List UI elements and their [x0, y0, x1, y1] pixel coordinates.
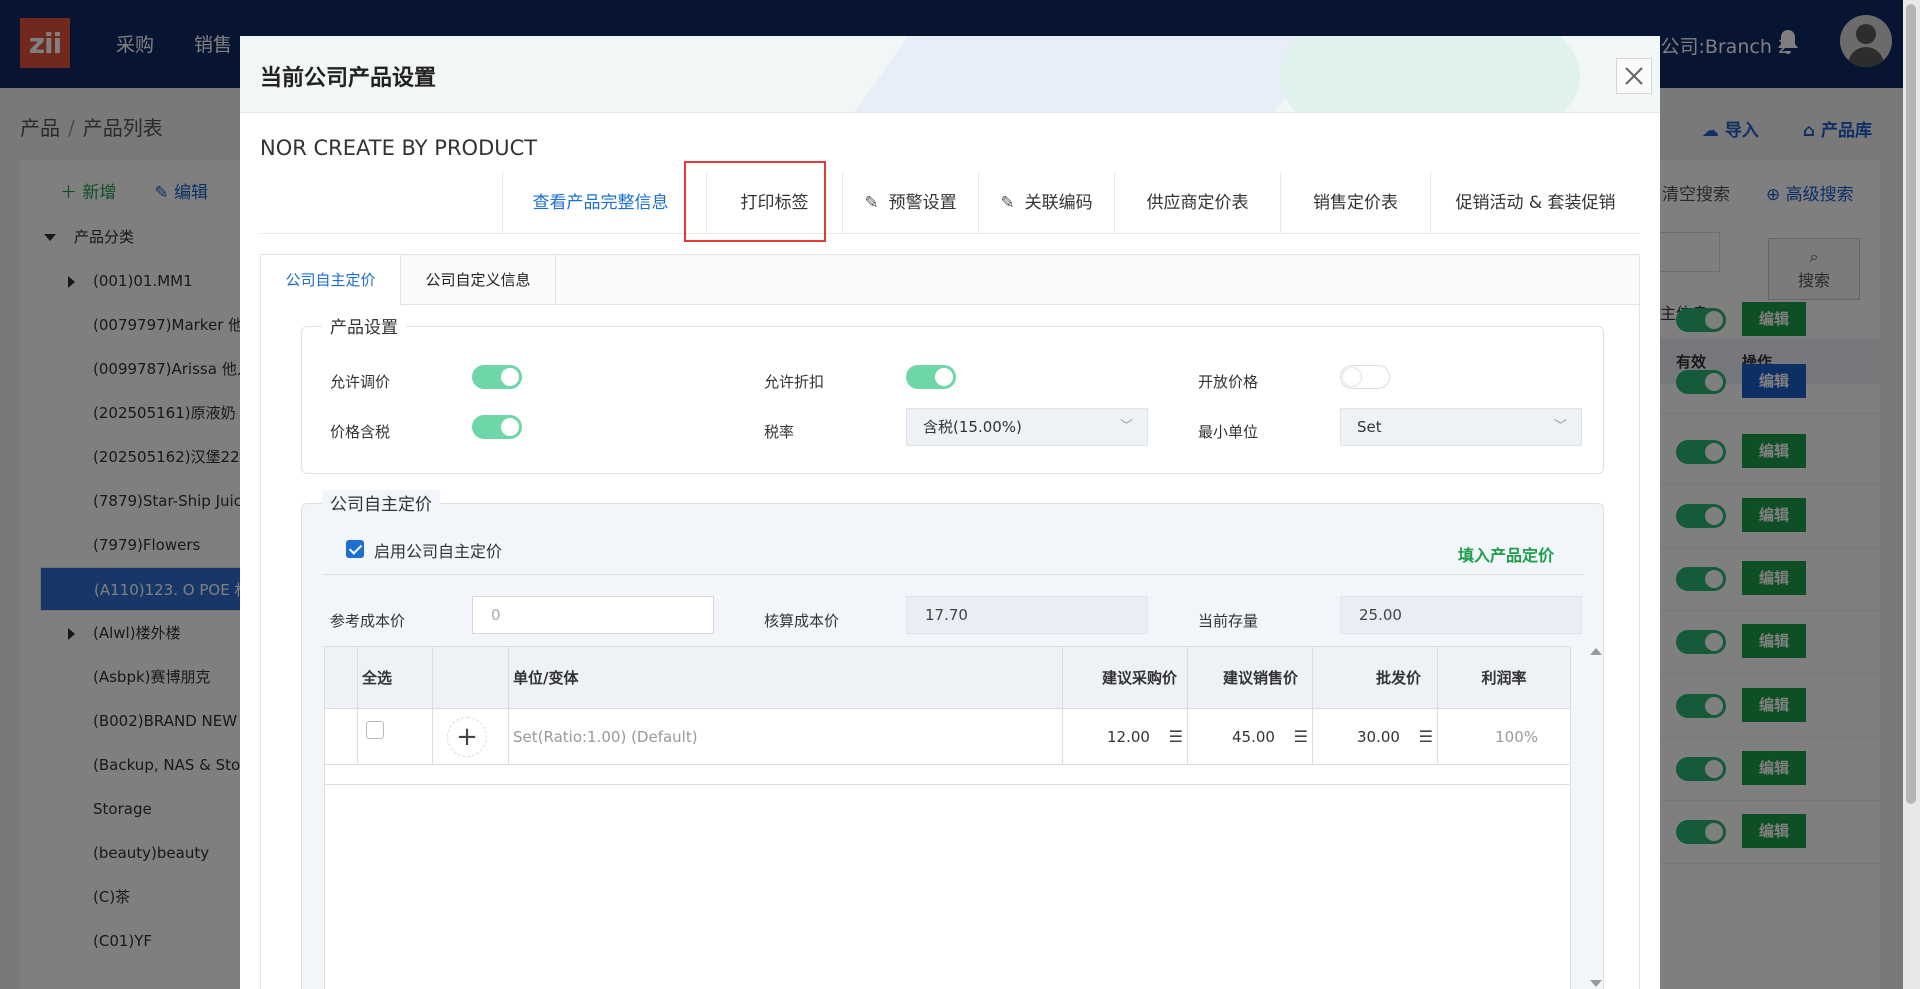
- open-price-label: 开放价格: [1198, 373, 1259, 391]
- margin-cell: 100%: [1495, 728, 1538, 746]
- grid-scroll-down-icon[interactable]: [1590, 980, 1602, 987]
- list-icon[interactable]: ☰: [1419, 709, 1433, 765]
- enable-pricing-checkbox[interactable]: [346, 540, 364, 558]
- close-button[interactable]: [1616, 58, 1652, 94]
- tabs-container: 公司自主定价 公司自定义信息 产品设置 允许调价 允许折扣 开放价格 价格含税 …: [260, 254, 1640, 989]
- modal-header: 当前公司产品设置: [240, 36, 1660, 113]
- tab-bar: 公司自主定价 公司自定义信息: [261, 255, 1639, 306]
- chevron-down-icon: ﹀: [1553, 419, 1567, 434]
- unit-variant-cell: Set(Ratio:1.00) (Default): [509, 709, 1063, 765]
- allow-adjust-toggle[interactable]: [472, 365, 522, 389]
- min-unit-select[interactable]: Set ﹀: [1340, 408, 1582, 446]
- unit-price-grid: 全选 单位/变体 建议采购价 建议销售价 批发价 利润率 + Set(Ratio…: [324, 646, 1571, 989]
- price-incl-tax-label: 价格含税: [330, 423, 391, 441]
- company-product-settings-modal: 当前公司产品设置 NOR CREATE BY PRODUCT 查看产品完整信息 …: [240, 36, 1660, 989]
- calc-cost-label: 核算成本价: [764, 612, 840, 630]
- list-icon[interactable]: ☰: [1169, 709, 1183, 765]
- wholesale-price-cell[interactable]: 30.00 ☰: [1313, 709, 1438, 765]
- sale-price-header: 建议销售价: [1188, 647, 1313, 709]
- product-name: NOR CREATE BY PRODUCT: [260, 136, 538, 160]
- grid-header: 全选 单位/变体 建议采购价 建议销售价 批发价 利润率: [325, 647, 1570, 709]
- tab-company-pricing[interactable]: 公司自主定价: [261, 255, 401, 306]
- ref-cost-label: 参考成本价: [330, 612, 406, 630]
- product-settings-section: 产品设置 允许调价 允许折扣 开放价格 价格含税 税率 含税(15.00%) ﹀ …: [301, 313, 1604, 474]
- price-incl-tax-toggle[interactable]: [472, 415, 522, 439]
- page-scrollbar[interactable]: [1903, 0, 1920, 989]
- margin-header: 利润率: [1481, 669, 1527, 687]
- select-all-header[interactable]: 全选: [358, 647, 433, 709]
- tab-company-custom-info[interactable]: 公司自定义信息: [401, 255, 556, 305]
- add-variant-button[interactable]: +: [447, 717, 487, 757]
- alert-settings-button[interactable]: ✎ 预警设置: [842, 172, 978, 234]
- allow-discount-label: 允许折扣: [764, 373, 825, 391]
- view-full-info-link[interactable]: 查看产品完整信息: [502, 172, 698, 234]
- promotion-button[interactable]: 促销活动 & 套装促销: [1430, 172, 1640, 234]
- purchase-price-header: 建议采购价: [1063, 647, 1188, 709]
- grid-scroll-up-icon[interactable]: [1590, 648, 1602, 655]
- calc-cost-value: 17.70: [906, 596, 1148, 634]
- ref-cost-input[interactable]: 0: [472, 596, 714, 634]
- allow-adjust-label: 允许调价: [330, 373, 391, 391]
- sale-price-cell[interactable]: 45.00 ☰: [1188, 709, 1313, 765]
- sales-price-list-button[interactable]: 销售定价表: [1280, 172, 1430, 234]
- open-price-toggle[interactable]: [1340, 365, 1390, 389]
- allow-discount-toggle[interactable]: [906, 365, 956, 389]
- fill-product-price-link[interactable]: 填入产品定价: [1458, 542, 1554, 566]
- section-legend: 产品设置: [322, 313, 406, 338]
- edit-icon: ✎: [864, 193, 879, 213]
- stock-value: 25.00: [1340, 596, 1582, 634]
- close-icon: [1625, 67, 1643, 85]
- table-row: + Set(Ratio:1.00) (Default) 12.00 ☰ 45.00…: [325, 709, 1570, 765]
- row-checkbox[interactable]: [366, 721, 384, 739]
- modal-title: 当前公司产品设置: [260, 66, 437, 91]
- section-legend: 公司自主定价: [322, 490, 440, 515]
- edit-icon: ✎: [1000, 193, 1015, 213]
- company-pricing-section: 公司自主定价 启用公司自主定价 填入产品定价 参考成本价 0 核算成本价 17.…: [301, 490, 1604, 989]
- enable-pricing-label[interactable]: 启用公司自主定价: [374, 538, 502, 562]
- list-icon[interactable]: ☰: [1294, 709, 1308, 765]
- linked-code-button[interactable]: ✎ 关联编码: [978, 172, 1114, 234]
- supplier-price-list-button[interactable]: 供应商定价表: [1114, 172, 1280, 234]
- chevron-down-icon: ﹀: [1119, 419, 1133, 434]
- stock-label: 当前存量: [1198, 612, 1259, 630]
- min-unit-label: 最小单位: [1198, 423, 1259, 441]
- wholesale-price-header: 批发价: [1313, 647, 1438, 709]
- purchase-price-cell[interactable]: 12.00 ☰: [1063, 709, 1188, 765]
- product-action-bar: 查看产品完整信息 打印标签 ✎ 预警设置 ✎ 关联编码 供应商定价表 销售定价表 促…: [260, 172, 1640, 234]
- tax-rate-label: 税率: [764, 423, 795, 441]
- print-label-highlight: [684, 161, 826, 242]
- unit-variant-header: 单位/变体: [509, 647, 1063, 709]
- tax-rate-select[interactable]: 含税(15.00%) ﹀: [906, 408, 1148, 446]
